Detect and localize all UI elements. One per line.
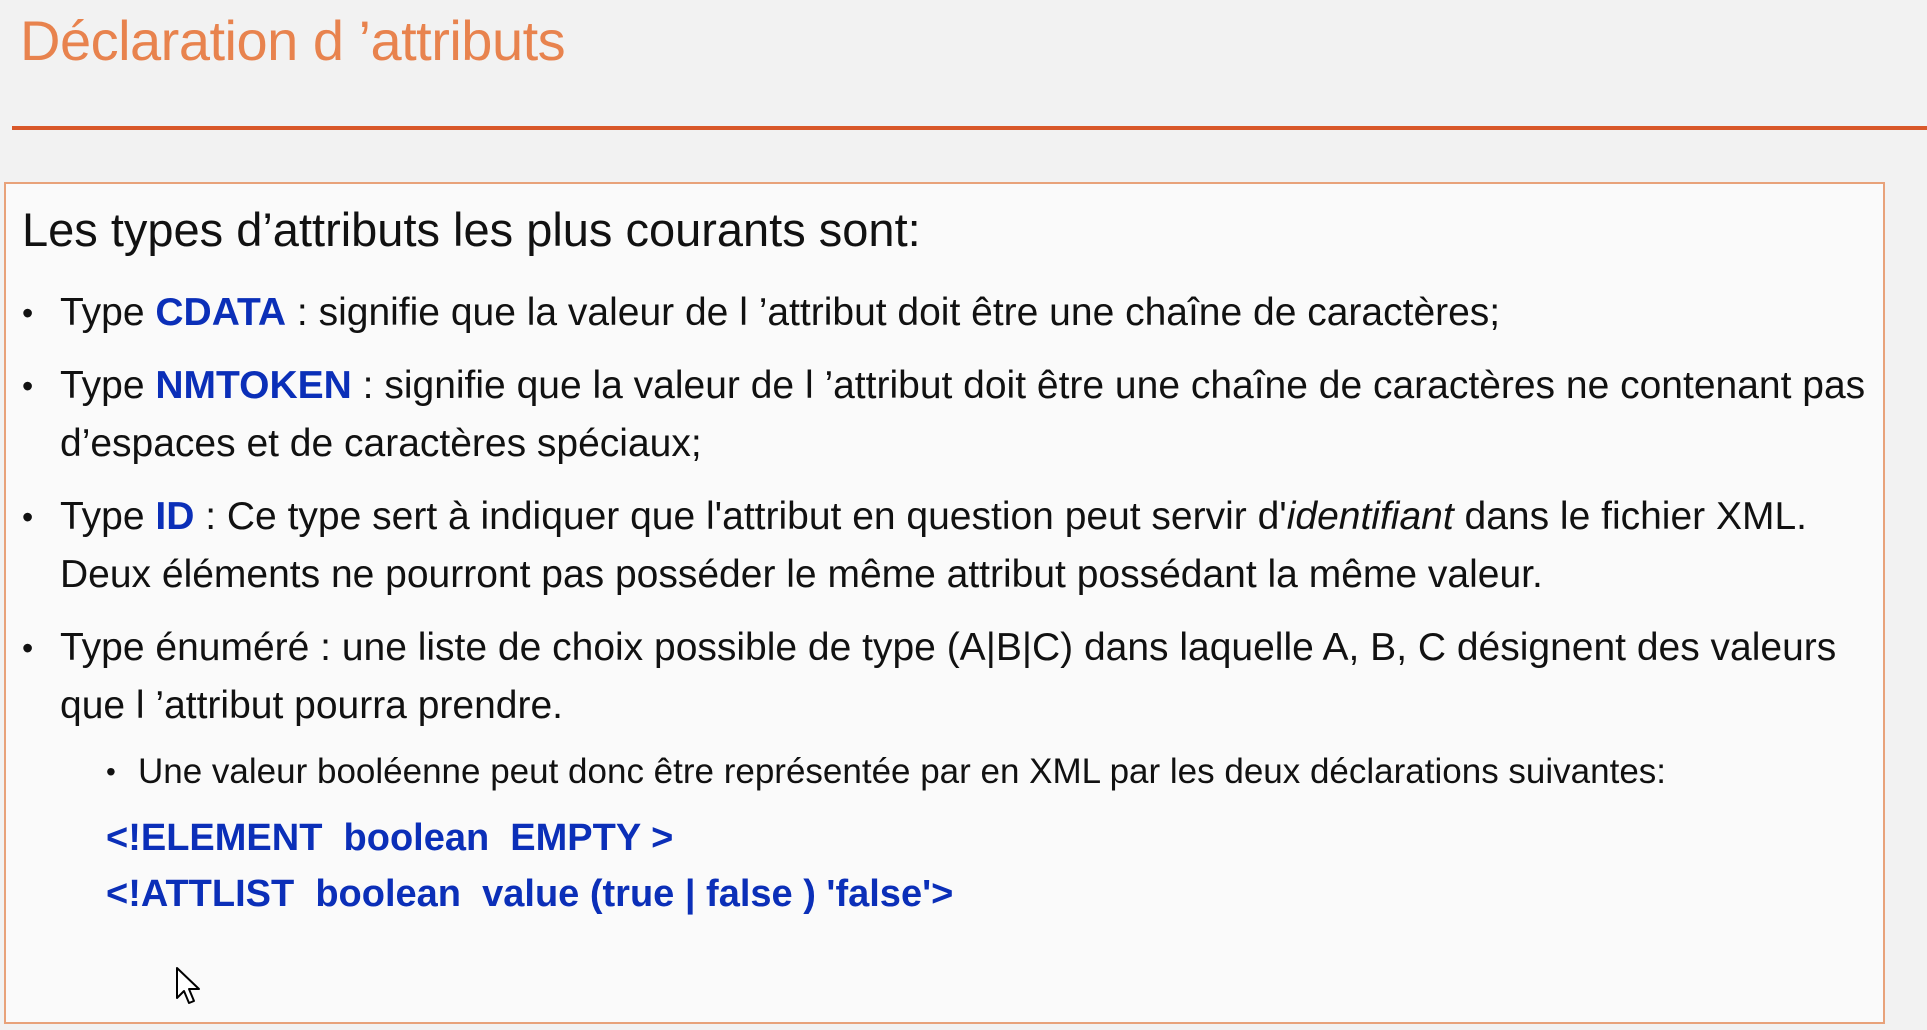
bullet-prefix: Type — [60, 364, 156, 407]
bullet-nmtoken: • Type NMTOKEN : signifie que la valeur … — [6, 357, 1876, 473]
code-attlist-declaration: <!ATTLIST boolean value (true | false ) … — [106, 873, 954, 915]
bullet-text: Type énuméré : une liste de choix possib… — [60, 626, 1837, 727]
keyword-id: ID — [155, 495, 195, 538]
bullet-text-before: : Ce type sert à indiquer que l'attribut… — [194, 495, 1287, 538]
bullet-id: • Type ID : Ce type sert à indiquer que … — [6, 488, 1876, 604]
content-box: Les types d’attributs les plus courants … — [4, 182, 1885, 1024]
slide-title: Déclaration d ’attributs — [20, 9, 566, 72]
bullet-dot: • — [22, 368, 34, 404]
sub-bullet-text: Une valeur booléenne peut donc être repr… — [138, 752, 1667, 791]
sub-bullet-boolean: • Une valeur booléenne peut donc être re… — [6, 746, 1876, 798]
bullet-prefix: Type — [60, 291, 156, 334]
bullet-prefix: Type — [60, 495, 156, 538]
bullet-dot: • — [22, 499, 34, 535]
content-heading: Les types d’attributs les plus courants … — [22, 203, 921, 256]
mouse-pointer-icon — [176, 967, 200, 1004]
keyword-cdata: CDATA — [155, 291, 287, 334]
sub-bullet-dot: • — [106, 756, 116, 787]
emphasis-identifiant: identifiant — [1286, 495, 1454, 538]
bullet-enumere: • Type énuméré : une liste de choix poss… — [6, 619, 1876, 735]
bullet-dot: • — [22, 630, 34, 666]
bullet-cdata: • Type CDATA : signifie que la valeur de… — [6, 284, 1876, 342]
bullet-dot: • — [22, 295, 34, 331]
bullet-list: • Type CDATA : signifie que la valeur de… — [6, 284, 1876, 922]
title-divider — [12, 126, 1927, 130]
bullet-text: : signifie que la valeur de l ’attribut … — [286, 291, 1501, 334]
keyword-nmtoken: NMTOKEN — [155, 364, 352, 407]
code-element-declaration: <!ELEMENT boolean EMPTY > — [106, 817, 674, 859]
